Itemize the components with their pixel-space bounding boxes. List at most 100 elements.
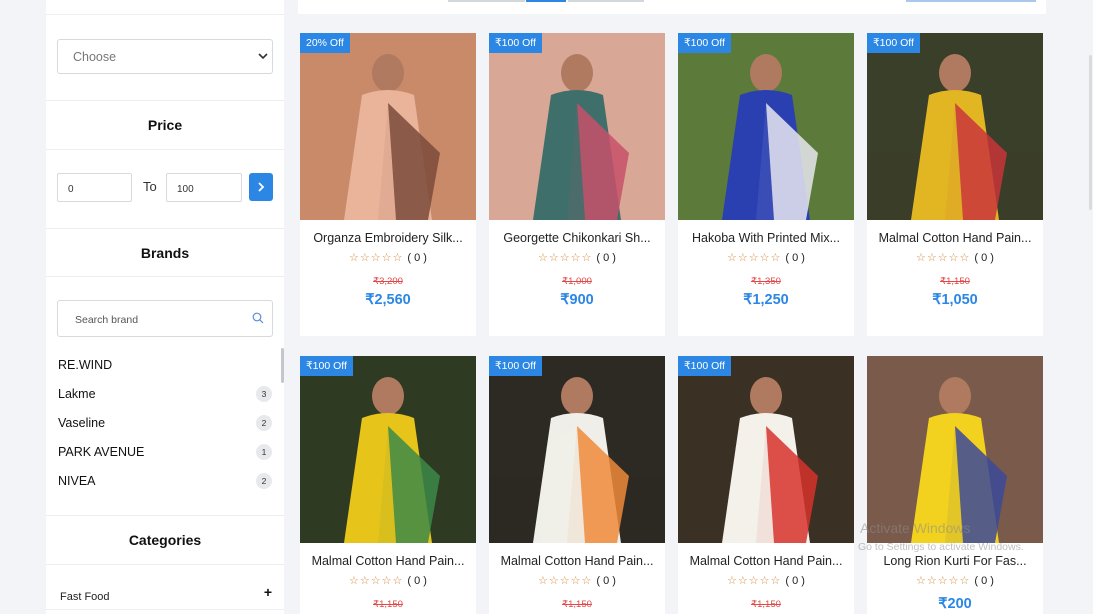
brand-item[interactable]: NIVEA 2	[58, 472, 272, 492]
product-card[interactable]: ₹100 Off Malmal Cotton Hand Pain... ☆☆☆☆…	[300, 356, 476, 614]
sort-select-value: Choose	[73, 50, 117, 64]
categories-title: Categories	[128, 532, 202, 548]
star-rating: ☆☆☆☆☆ ( 0 )	[489, 574, 665, 587]
divider	[46, 228, 284, 229]
chevron-right-icon	[258, 182, 265, 192]
sale-price: ₹900	[560, 292, 594, 308]
product-name[interactable]: Malmal Cotton Hand Pain...	[495, 554, 659, 568]
filter-sidebar: Choose Price 0 To 100 Brands Search bran…	[46, 0, 284, 614]
original-price: ₹1,350	[751, 276, 781, 287]
product-card[interactable]: ₹100 Off Malmal Cotton Hand Pain... ☆☆☆☆…	[867, 33, 1043, 336]
chevron-down-icon	[258, 53, 268, 60]
product-image[interactable]: ₹100 Off	[300, 356, 476, 543]
original-price: ₹1,150	[373, 599, 403, 610]
sale-price: ₹200	[938, 596, 972, 612]
divider	[46, 100, 284, 101]
product-image[interactable]: ₹100 Off	[489, 33, 665, 220]
original-price: ₹3,200	[373, 276, 403, 287]
search-icon[interactable]	[252, 312, 264, 324]
divider	[46, 14, 284, 15]
price-apply-button[interactable]	[249, 173, 273, 201]
divider	[46, 276, 284, 277]
product-card[interactable]: ₹100 Off Malmal Cotton Hand Pain... ☆☆☆☆…	[489, 356, 665, 614]
product-card[interactable]: Long Rion Kurti For Fas... ☆☆☆☆☆ ( 0 ) ₹…	[867, 356, 1043, 614]
product-card[interactable]: ₹100 Off Malmal Cotton Hand Pain... ☆☆☆☆…	[678, 356, 854, 614]
brand-search-input[interactable]: Search brand	[57, 300, 273, 337]
toolbar-segment[interactable]	[568, 0, 644, 2]
discount-badge: ₹100 Off	[678, 33, 731, 53]
brand-count-badge: 3	[256, 386, 272, 402]
product-card[interactable]: 20% Off Organza Embroidery Silk... ☆☆☆☆☆…	[300, 33, 476, 336]
original-price: ₹1,150	[940, 276, 970, 287]
rating-stars: ☆☆☆☆☆	[349, 252, 404, 264]
price-max-input[interactable]: 100	[166, 173, 242, 202]
product-name[interactable]: Organza Embroidery Silk...	[306, 231, 470, 245]
category-item-fast-food[interactable]: Fast Food +	[60, 584, 272, 605]
product-image[interactable]: ₹100 Off	[867, 33, 1043, 220]
star-rating: ☆☆☆☆☆ ( 0 )	[300, 574, 476, 587]
review-count: ( 0 )	[596, 252, 616, 264]
discount-badge: ₹100 Off	[489, 356, 542, 376]
star-rating: ☆☆☆☆☆ ( 0 )	[867, 251, 1043, 264]
rating-stars: ☆☆☆☆☆	[916, 252, 971, 264]
product-name[interactable]: Long Rion Kurti For Fas...	[873, 554, 1037, 568]
review-count: ( 0 )	[785, 252, 805, 264]
category-name: Fast Food	[60, 591, 110, 603]
brand-item[interactable]: PARK AVENUE 1	[58, 443, 272, 463]
review-count: ( 0 )	[785, 575, 805, 587]
brand-count-badge: 2	[256, 415, 272, 431]
product-image[interactable]	[867, 356, 1043, 543]
page-scrollbar[interactable]	[1089, 55, 1092, 210]
product-name[interactable]: Malmal Cotton Hand Pain...	[873, 231, 1037, 245]
review-count: ( 0 )	[974, 575, 994, 587]
brand-count-badge: 1	[256, 444, 272, 460]
original-price: ₹1,000	[562, 276, 592, 287]
brand-count-badge: 2	[256, 473, 272, 489]
rating-stars: ☆☆☆☆☆	[538, 575, 593, 587]
discount-badge: ₹100 Off	[678, 356, 731, 376]
divider	[46, 564, 284, 565]
star-rating: ☆☆☆☆☆ ( 0 )	[867, 574, 1043, 587]
rating-stars: ☆☆☆☆☆	[538, 252, 593, 264]
star-rating: ☆☆☆☆☆ ( 0 )	[489, 251, 665, 264]
divider	[46, 149, 284, 150]
review-count: ( 0 )	[407, 575, 427, 587]
toolbar-segment[interactable]	[448, 0, 525, 2]
toolbar-segment-active[interactable]	[526, 0, 566, 2]
top-toolbar	[298, 0, 1046, 14]
original-price: ₹1,150	[751, 599, 781, 610]
product-card[interactable]: ₹100 Off Georgette Chikonkari Sh... ☆☆☆☆…	[489, 33, 665, 336]
brand-item[interactable]: RE.WIND	[58, 356, 272, 376]
product-name[interactable]: Hakoba With Printed Mix...	[684, 231, 848, 245]
toolbar-button[interactable]	[906, 0, 1036, 2]
price-title: Price	[147, 117, 183, 133]
star-rating: ☆☆☆☆☆ ( 0 )	[300, 251, 476, 264]
review-count: ( 0 )	[596, 575, 616, 587]
expand-plus-icon[interactable]: +	[264, 584, 272, 600]
rating-stars: ☆☆☆☆☆	[727, 252, 782, 264]
product-image[interactable]: ₹100 Off	[489, 356, 665, 543]
product-name[interactable]: Malmal Cotton Hand Pain...	[306, 554, 470, 568]
discount-badge: ₹100 Off	[867, 33, 920, 53]
brand-list-scrollbar[interactable]	[281, 348, 284, 383]
sale-price: ₹1,250	[743, 292, 789, 308]
product-image[interactable]: 20% Off	[300, 33, 476, 220]
windows-watermark-title: Activate Windows	[860, 520, 971, 536]
brands-title: Brands	[140, 245, 190, 261]
discount-badge: 20% Off	[300, 33, 350, 53]
product-image[interactable]: ₹100 Off	[678, 33, 854, 220]
price-to-label: To	[143, 179, 157, 194]
review-count: ( 0 )	[974, 252, 994, 264]
brand-name: Vaseline	[58, 416, 106, 430]
sale-price: ₹2,560	[365, 292, 411, 308]
product-name[interactable]: Malmal Cotton Hand Pain...	[684, 554, 848, 568]
sort-select[interactable]: Choose	[57, 39, 273, 74]
brand-item[interactable]: Vaseline 2	[58, 414, 272, 434]
product-card[interactable]: ₹100 Off Hakoba With Printed Mix... ☆☆☆☆…	[678, 33, 854, 336]
product-image[interactable]: ₹100 Off	[678, 356, 854, 543]
discount-badge: ₹100 Off	[489, 33, 542, 53]
brand-name: NIVEA	[58, 474, 96, 488]
brand-item[interactable]: Lakme 3	[58, 385, 272, 405]
price-min-input[interactable]: 0	[57, 173, 132, 202]
product-name[interactable]: Georgette Chikonkari Sh...	[495, 231, 659, 245]
